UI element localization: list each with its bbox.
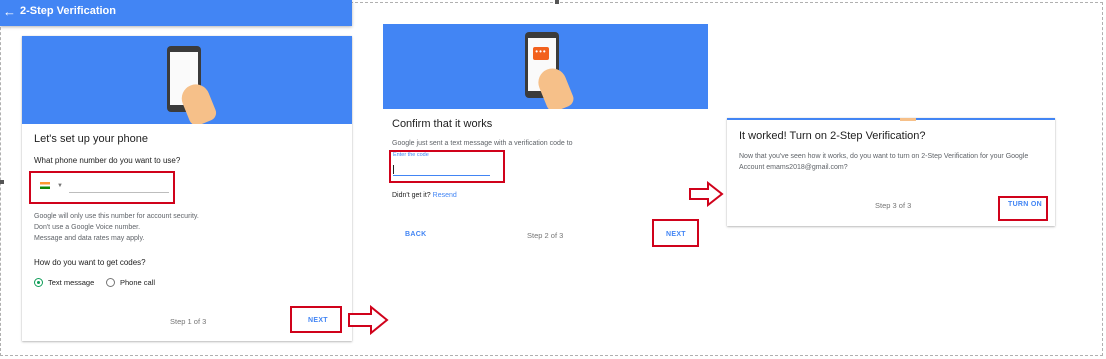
back-arrow-icon[interactable]: ← (3, 4, 16, 19)
resize-handle[interactable] (0, 180, 4, 184)
page-title: Confirm that it works (392, 118, 493, 130)
text-message-radio[interactable] (34, 278, 43, 287)
code-input-highlight (389, 150, 505, 183)
progress-indicator (900, 118, 916, 121)
turn-on-button-highlight (998, 196, 1048, 221)
voice-note: Don't use a Google Voice number. (34, 224, 141, 231)
sms-bubble-icon: ••• (533, 47, 549, 60)
didnt-get-label: Didn't get it? (392, 192, 431, 199)
back-button[interactable]: BACK (405, 231, 426, 238)
resize-handle[interactable] (555, 0, 559, 4)
next-button-highlight (652, 219, 699, 247)
page-title: Let's set up your phone (34, 133, 149, 145)
codes-question: How do you want to get codes? (34, 258, 146, 267)
progress-bar (727, 118, 1055, 120)
security-note: Google will only use this number for acc… (34, 213, 199, 220)
hero-banner: ••• (383, 24, 708, 109)
resend-link[interactable]: Resend (433, 192, 457, 199)
phone-input-highlight (29, 171, 175, 204)
phone-question: What phone number do you want to use? (34, 156, 181, 165)
phone-call-radio[interactable] (106, 278, 115, 287)
app-bar-title: 2-Step Verification (20, 5, 116, 17)
next-button-highlight (290, 306, 342, 333)
step-indicator: Step 3 of 3 (875, 201, 912, 210)
page-title: It worked! Turn on 2-Step Verification? (739, 130, 926, 142)
step-indicator: Step 1 of 3 (170, 317, 207, 326)
turn-on-description-line1: Now that you've seen how it works, do yo… (739, 153, 1029, 160)
phone-call-label[interactable]: Phone call (120, 278, 155, 287)
didnt-get-text: Didn't get it? Resend (392, 192, 457, 199)
right-arrow-icon (348, 305, 389, 335)
turn-on-description-line2: Account emams2018@gmail.com? (739, 164, 848, 171)
text-message-label[interactable]: Text message (48, 278, 94, 287)
sent-description: Google just sent a text message with a v… (392, 140, 573, 147)
rates-note: Message and data rates may apply. (34, 235, 145, 242)
app-bar: ← 2-Step Verification (0, 0, 352, 26)
right-arrow-icon (689, 181, 724, 207)
step-indicator: Step 2 of 3 (527, 231, 564, 240)
hero-banner (22, 36, 352, 124)
